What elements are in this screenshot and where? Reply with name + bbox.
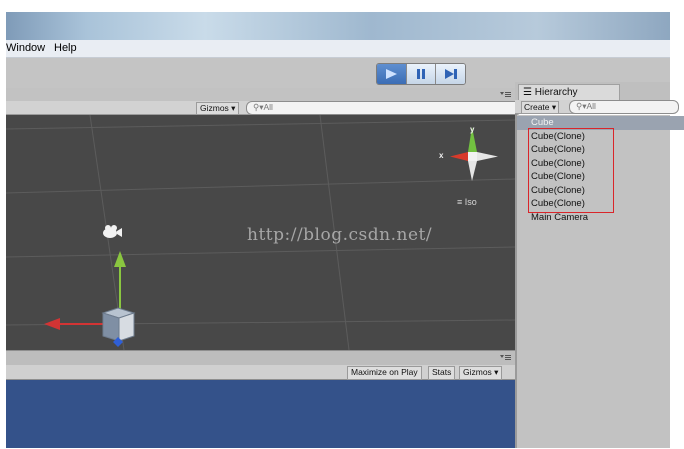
hierarchy-toolbar: Create ▾ ⚲▾All <box>515 100 679 114</box>
highlight-box <box>528 128 614 213</box>
game-toolbar: Maximize on Play Stats Gizmos ▾ <box>6 365 515 380</box>
game-viewport[interactable] <box>6 380 515 448</box>
scene-viewport[interactable]: y x ≡ Iso http://blog.csdn.net/ <box>6 115 515 350</box>
gizmo-y-label: y <box>470 125 475 134</box>
camera-gizmo-icon <box>103 225 122 238</box>
hierarchy-search-input[interactable]: ⚲▾All <box>569 100 679 114</box>
scene-gizmos-dropdown[interactable]: Gizmos ▾ <box>196 102 240 115</box>
hierarchy-search-placeholder: All <box>586 101 596 111</box>
scene-search-input[interactable]: ⚲▾All <box>246 101 522 115</box>
search-icon: ⚲▾ <box>253 102 264 112</box>
move-handle-y-icon <box>114 251 126 315</box>
game-tab-bar <box>6 350 515 365</box>
create-label: Create <box>524 102 550 112</box>
gizmo-x-label: x <box>439 151 444 160</box>
stats-button[interactable]: Stats <box>428 366 456 380</box>
menu-bar: Window Help <box>6 40 670 58</box>
scene-search-placeholder: All <box>263 102 273 112</box>
game-gizmos-dropdown[interactable]: Gizmos ▾ <box>459 366 503 380</box>
scene-toolbar: Gizmos ▾ ⚲▾All <box>6 101 522 115</box>
play-icon <box>386 69 398 79</box>
move-handle-x-icon <box>44 318 110 330</box>
panel-menu-icon[interactable] <box>500 354 512 362</box>
menu-window[interactable]: Window <box>6 42 45 54</box>
cube-object-icon <box>101 307 136 347</box>
maximize-on-play-button[interactable]: Maximize on Play <box>347 366 422 380</box>
search-icon: ⚲▾ <box>576 101 587 111</box>
hierarchy-tab-label: Hierarchy <box>534 87 578 98</box>
scene-tab-bar <box>6 88 515 101</box>
panel-menu-icon[interactable] <box>500 91 512 99</box>
iso-toggle[interactable]: ≡ Iso <box>457 197 477 207</box>
menu-help[interactable]: Help <box>54 42 77 54</box>
hierarchy-item-main-camera[interactable]: Main Camera <box>517 211 684 225</box>
watermark: http://blog.csdn.net/ <box>247 225 433 245</box>
step-button[interactable] <box>436 64 465 84</box>
tab-hierarchy[interactable]: ☰ Hierarchy <box>518 84 620 101</box>
iso-label: Iso <box>464 197 477 207</box>
hierarchy-list: Cube Cube(Clone) Cube(Clone) Cube(Clone)… <box>515 115 684 448</box>
orientation-gizmo-icon <box>450 127 498 181</box>
window-title-bar <box>6 12 670 40</box>
iso-lines-icon: ≡ <box>457 197 463 207</box>
list-icon: ☰ <box>523 87 532 98</box>
playback-controls <box>376 63 466 85</box>
create-dropdown[interactable]: Create ▾ <box>521 101 560 114</box>
scene-gizmos-label: Gizmos <box>200 103 229 113</box>
step-icon <box>444 69 457 79</box>
hierarchy-header: ☰ Hierarchy <box>515 82 670 101</box>
play-button[interactable] <box>377 64 407 84</box>
game-gizmos-label: Gizmos <box>463 367 492 377</box>
pause-icon <box>417 69 425 79</box>
pause-button[interactable] <box>406 64 437 84</box>
